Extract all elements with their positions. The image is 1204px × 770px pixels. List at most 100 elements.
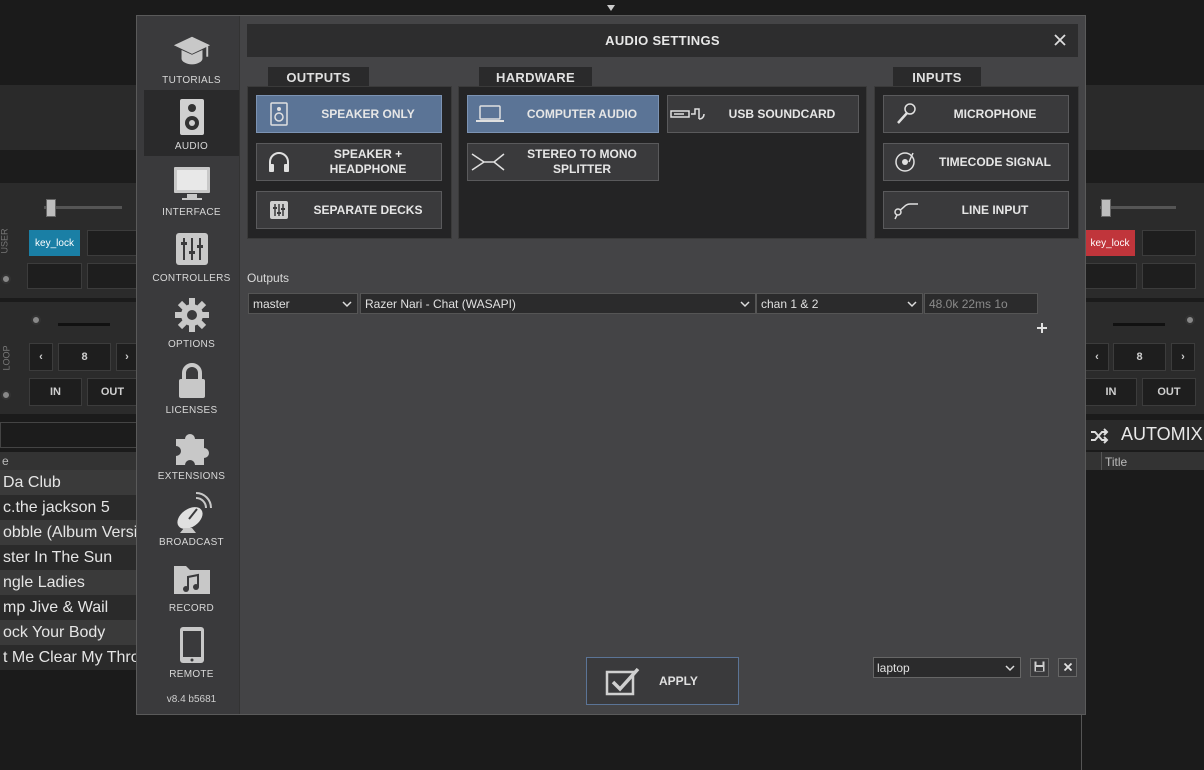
search-box[interactable] xyxy=(0,422,138,448)
list-item[interactable]: ster In The Sun xyxy=(0,545,136,570)
sidebar-item-controllers[interactable]: CONTROLLERS xyxy=(144,222,239,288)
version-label: v8.4 b5681 xyxy=(166,694,217,705)
line-input-button[interactable]: LINE INPUT xyxy=(883,191,1069,229)
left-pitch-knob[interactable] xyxy=(46,199,56,217)
sidebar-item-label: BROADCAST xyxy=(159,537,224,548)
chevron-down-icon xyxy=(907,298,917,312)
timecode-signal-button[interactable]: TIMECODE SIGNAL xyxy=(883,143,1069,181)
browser-list: Da Club c.the jackson 5 obble (Album Ver… xyxy=(0,470,136,670)
right-deck-button-3[interactable] xyxy=(1142,263,1196,289)
splitter-cable-icon xyxy=(468,150,512,174)
close-icon xyxy=(1063,659,1073,677)
speaker-icon xyxy=(172,97,212,137)
sidebar-item-tutorials[interactable]: TUTORIALS xyxy=(144,24,239,90)
sidebar-item-record[interactable]: RECORD xyxy=(144,552,239,618)
right-deck-button-2[interactable] xyxy=(1085,263,1137,289)
channel-select[interactable]: master xyxy=(248,293,358,314)
usb-soundcard-button[interactable]: USB SOUNDCARD xyxy=(667,95,859,133)
sidebar-item-extensions[interactable]: EXTENSIONS xyxy=(144,420,239,486)
graduation-cap-icon xyxy=(172,31,212,71)
option-label: USB SOUNDCARD xyxy=(728,106,836,121)
list-item[interactable]: ock Your Body xyxy=(0,620,136,645)
sidebar-item-interface[interactable]: INTERFACE xyxy=(144,156,239,222)
left-loop-size: 8 xyxy=(58,343,111,371)
sidebar-item-label: CONTROLLERS xyxy=(152,273,231,284)
tab-inputs[interactable]: INPUTS xyxy=(893,67,981,87)
add-output-button[interactable] xyxy=(1035,321,1049,335)
preset-select-value: laptop xyxy=(877,660,910,675)
save-preset-button[interactable] xyxy=(1030,658,1049,677)
speaker-icon xyxy=(257,102,301,126)
sidebar-item-licenses[interactable]: LICENSES xyxy=(144,354,239,420)
sidebar-item-remote[interactable]: REMOTE xyxy=(144,618,239,684)
computer-audio-button[interactable]: COMPUTER AUDIO xyxy=(467,95,659,133)
left-loop-out-button[interactable]: OUT xyxy=(87,378,138,406)
left-loop-led xyxy=(31,315,41,325)
device-select[interactable]: Razer Nari - Chat (WASAPI) xyxy=(360,293,756,314)
tab-hardware[interactable]: HARDWARE xyxy=(479,67,592,87)
left-loop-slider[interactable] xyxy=(58,323,110,326)
sidebar-item-broadcast[interactable]: BROADCAST xyxy=(144,486,239,552)
option-label: LINE INPUT xyxy=(961,202,1029,217)
sidebar-item-audio[interactable]: AUDIO xyxy=(144,90,239,156)
speaker-headphone-button[interactable]: SPEAKER + HEADPHONE xyxy=(256,143,442,181)
close-icon[interactable] xyxy=(1051,31,1069,49)
audio-settings-dialog: TUTORIALS AUDIO INTERFACE CONTROLLERS OP… xyxy=(136,15,1086,715)
chan-select[interactable]: chan 1 & 2 xyxy=(756,293,923,314)
sidebar-item-options[interactable]: OPTIONS xyxy=(144,288,239,354)
right-keylock-button[interactable]: key_lock xyxy=(1085,230,1135,256)
right-loop-next-button[interactable]: › xyxy=(1171,343,1195,371)
right-loop-slider[interactable] xyxy=(1113,323,1165,326)
top-marker-icon xyxy=(606,0,616,11)
sidebar-item-label: REMOTE xyxy=(169,669,214,680)
chan-select-value: chan 1 & 2 xyxy=(761,296,819,311)
sidebar-item-label: RECORD xyxy=(168,603,215,614)
music-folder-icon xyxy=(172,559,212,599)
floppy-disk-icon xyxy=(1034,659,1045,677)
delete-preset-button[interactable] xyxy=(1058,658,1077,677)
tab-outputs[interactable]: OUTPUTS xyxy=(268,67,369,87)
left-loop-in-button[interactable]: IN xyxy=(29,378,82,406)
left-deck-button-3[interactable] xyxy=(87,263,138,289)
shuffle-icon[interactable] xyxy=(1089,427,1109,445)
stereo-mono-splitter-button[interactable]: STEREO TO MONO SPLITTER xyxy=(467,143,659,181)
right-loop-in-button[interactable]: IN xyxy=(1085,378,1137,406)
left-keylock-button[interactable]: key_lock xyxy=(29,230,80,256)
left-loop-next-button[interactable]: › xyxy=(116,343,138,371)
microphone-button[interactable]: MICROPHONE xyxy=(883,95,1069,133)
option-label: SPEAKER + HEADPHONE xyxy=(329,147,407,176)
right-loop-out-button[interactable]: OUT xyxy=(1142,378,1196,406)
right-pitch-slider[interactable] xyxy=(1100,206,1176,209)
channel-select-value: master xyxy=(253,296,290,311)
browser-column-header[interactable]: e xyxy=(0,452,138,470)
right-deck-button[interactable] xyxy=(1142,230,1196,256)
sliders-icon xyxy=(172,229,212,269)
list-item[interactable]: mp Jive & Wail xyxy=(0,595,136,620)
automix-title-column[interactable]: Title xyxy=(1105,455,1127,469)
right-loop-led xyxy=(1185,315,1195,325)
chevron-down-icon xyxy=(740,298,750,312)
list-item[interactable]: obble (Album Versi xyxy=(0,520,136,545)
list-item[interactable]: ngle Ladies xyxy=(0,570,136,595)
outputs-section-label: Outputs xyxy=(247,271,290,285)
checkbox-check-icon xyxy=(587,666,659,696)
mixer-icon xyxy=(257,200,301,220)
option-label: MICROPHONE xyxy=(953,106,1037,121)
preset-select[interactable]: laptop xyxy=(873,657,1021,678)
device-select-value: Razer Nari - Chat (WASAPI) xyxy=(365,296,516,311)
separate-decks-button[interactable]: SEPARATE DECKS xyxy=(256,191,442,229)
list-item[interactable]: c.the jackson 5 xyxy=(0,495,136,520)
left-deck-button[interactable] xyxy=(87,230,138,256)
gear-icon xyxy=(172,295,212,335)
left-deck-button-2[interactable] xyxy=(27,263,82,289)
column-divider xyxy=(1101,452,1102,470)
speaker-only-button[interactable]: SPEAKER ONLY xyxy=(256,95,442,133)
apply-button[interactable]: APPLY xyxy=(586,657,739,705)
sidebar-item-label: LICENSES xyxy=(165,405,218,416)
right-loop-prev-button[interactable]: ‹ xyxy=(1085,343,1109,371)
left-loop-prev-button[interactable]: ‹ xyxy=(29,343,53,371)
sidebar-item-label: TUTORIALS xyxy=(162,75,221,86)
right-pitch-knob[interactable] xyxy=(1101,199,1111,217)
list-item[interactable]: Da Club xyxy=(0,470,136,495)
list-item[interactable]: t Me Clear My Thro xyxy=(0,645,136,670)
